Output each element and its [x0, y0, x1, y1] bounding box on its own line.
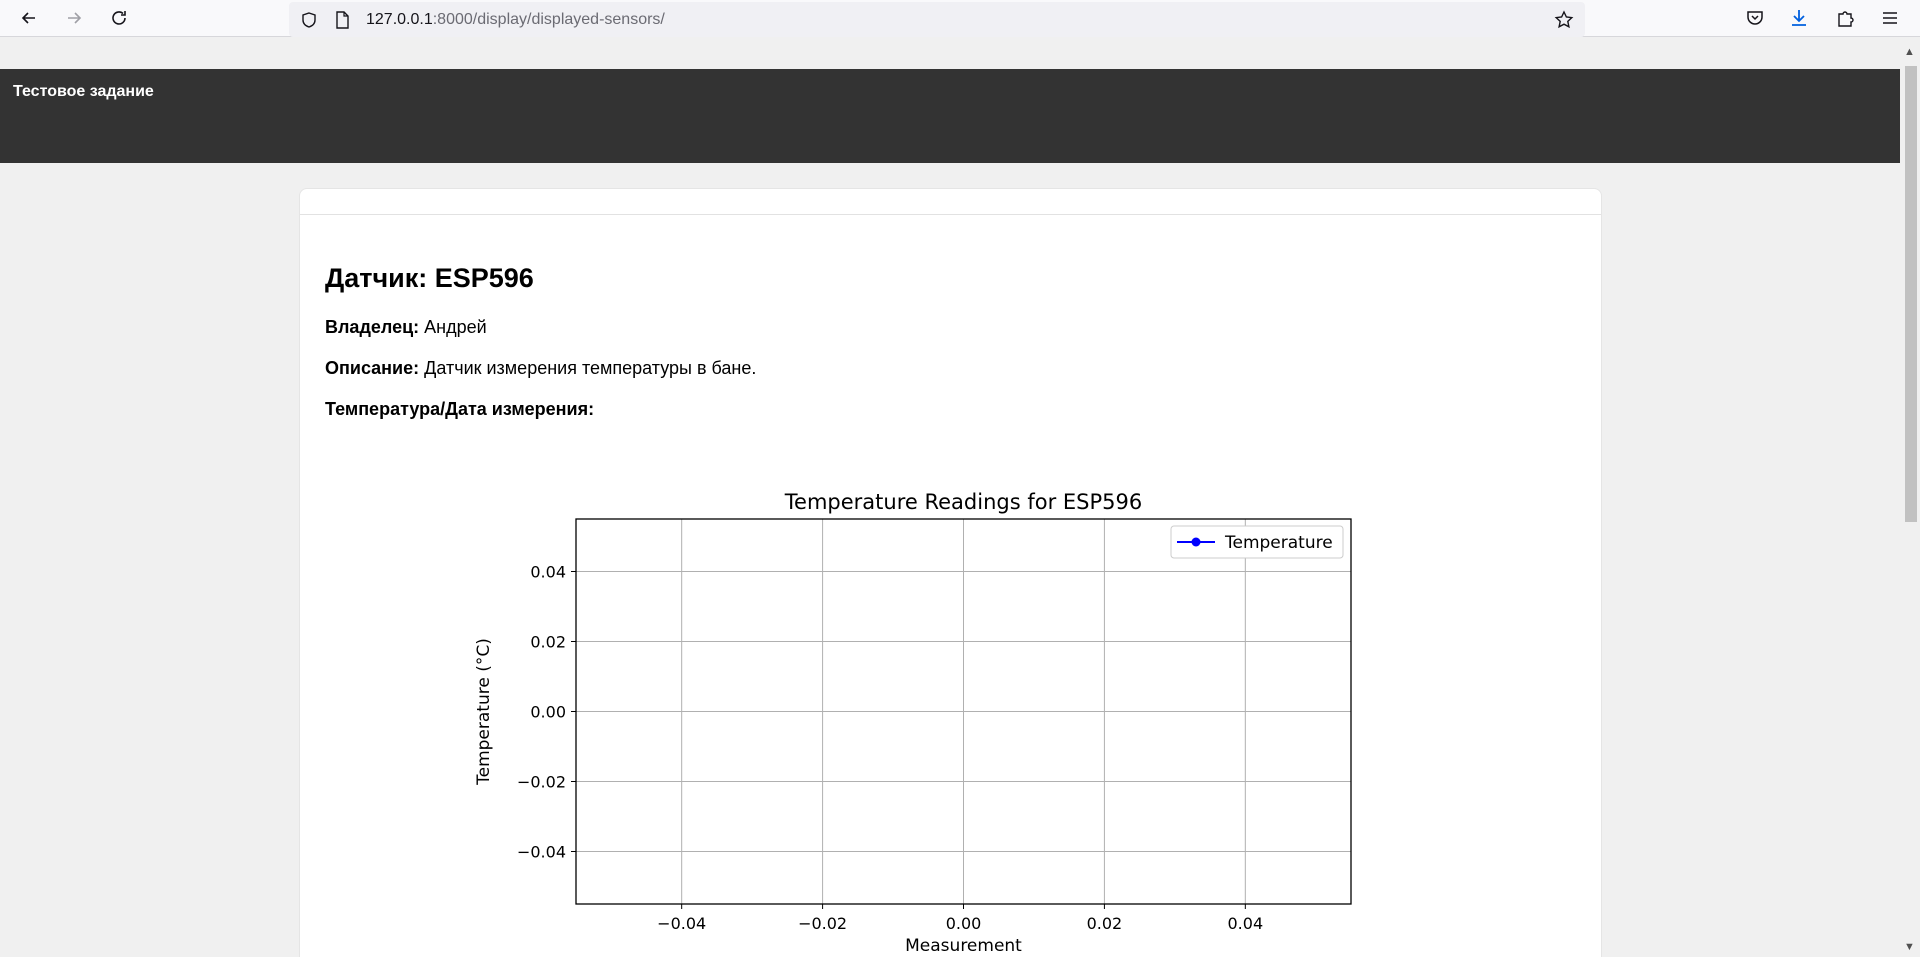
back-button[interactable]: [15, 4, 43, 32]
download-icon: [1792, 10, 1806, 26]
url-bar[interactable]: 127.0.0.1:8000/display/displayed-sensors…: [289, 2, 1585, 37]
y-tick-label: 0.04: [530, 563, 566, 582]
y-tick-label: −0.04: [517, 843, 566, 862]
y-tick-label: 0.02: [530, 633, 566, 652]
scroll-down-icon[interactable]: ▼: [1904, 941, 1915, 953]
page-scrollbar[interactable]: ▲ ▼: [1900, 44, 1920, 957]
y-axis-ticks: −0.04 −0.02 0.00 0.02 0.04: [517, 563, 576, 862]
hamburger-icon: [1883, 12, 1897, 24]
legend-series-name: Temperature: [1224, 533, 1333, 553]
reload-button[interactable]: [105, 4, 133, 32]
sensor-card: Датчик: ESP596 Владелец: Андрей Описание…: [299, 188, 1602, 957]
downloads-button[interactable]: [1785, 4, 1813, 32]
page-icon[interactable]: [332, 10, 352, 30]
puzzle-icon: [1838, 11, 1854, 27]
forward-arrow-icon: [68, 12, 82, 24]
back-arrow-icon: [21, 12, 35, 24]
x-tick-label: −0.02: [798, 914, 847, 933]
y-tick-label: −0.02: [517, 773, 566, 792]
x-axis-ticks: −0.04 −0.02 0.00 0.02 0.04: [657, 904, 1263, 933]
pocket-icon: [1747, 11, 1763, 25]
scroll-up-icon[interactable]: ▲: [1904, 46, 1915, 58]
legend-marker: [1191, 537, 1201, 547]
bookmark-star-icon[interactable]: [1554, 10, 1574, 30]
chart-grid: [576, 519, 1351, 904]
menu-button[interactable]: [1876, 4, 1904, 32]
url-text[interactable]: 127.0.0.1:8000/display/displayed-sensors…: [366, 11, 665, 29]
x-tick-label: −0.04: [657, 914, 706, 933]
site-title: Тестовое задание: [13, 83, 154, 100]
x-tick-label: 0.00: [946, 914, 982, 933]
chart-legend: Temperature: [1170, 525, 1344, 559]
temperature-chart: −0.04 −0.02 0.00 0.02 0.04 −0.04 −0.02 0.00 0.0…: [300, 189, 1600, 957]
reload-icon: [112, 11, 126, 25]
shield-icon[interactable]: [299, 10, 319, 30]
x-tick-label: 0.02: [1087, 914, 1123, 933]
x-tick-label: 0.04: [1228, 914, 1264, 933]
pocket-button[interactable]: [1741, 4, 1769, 32]
site-header: Тестовое задание: [0, 69, 1900, 163]
x-axis-label: Measurement: [905, 936, 1022, 956]
scroll-thumb[interactable]: [1905, 66, 1917, 522]
chart-title: Temperature Readings for ESP596: [784, 490, 1142, 514]
browser-toolbar: 127.0.0.1:8000/display/displayed-sensors…: [0, 0, 1920, 37]
y-axis-label: Temperature (°C): [474, 638, 494, 786]
forward-button[interactable]: [60, 4, 88, 32]
url-host: 127.0.0.1: [366, 11, 433, 28]
page-viewport: Тестовое задание Датчик: ESP596 Владелец…: [0, 44, 1900, 957]
url-path: :8000/display/displayed-sensors/: [432, 11, 665, 28]
temperature-chart-svg: −0.04 −0.02 0.00 0.02 0.04 −0.04 −0.02 0.00 0.0…: [474, 490, 1352, 956]
y-tick-label: 0.00: [530, 703, 566, 722]
extensions-button[interactable]: [1831, 4, 1859, 32]
